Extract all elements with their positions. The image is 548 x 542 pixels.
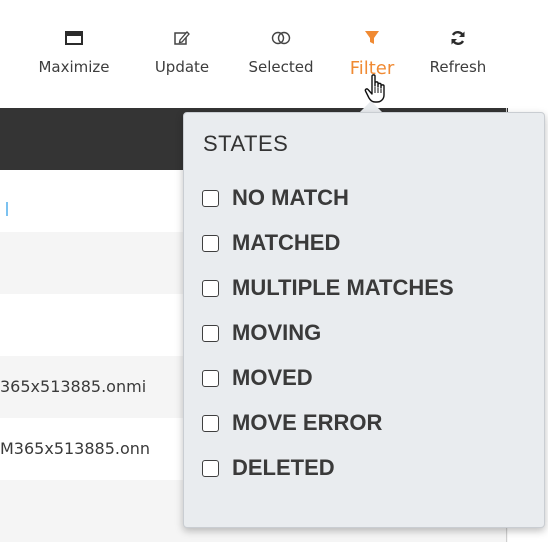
hand-cursor-icon <box>364 74 390 108</box>
maximize-button[interactable]: Maximize <box>28 30 120 94</box>
option-label: MULTIPLE MATCHES <box>232 275 454 300</box>
checkbox[interactable] <box>202 234 219 252</box>
filter-dropdown: STATES NO MATCH MATCHED MULTIPLE MATCHES… <box>183 112 545 528</box>
filter-option-moved[interactable]: MOVED <box>202 363 313 393</box>
filter-option-move-error[interactable]: MOVE ERROR <box>202 408 382 438</box>
filter-option-multiple-matches[interactable]: MULTIPLE MATCHES <box>202 273 454 303</box>
maximize-label: Maximize <box>38 58 110 76</box>
checkbox[interactable] <box>202 369 219 387</box>
update-label: Update <box>154 58 210 76</box>
window-maximize-icon <box>28 30 120 52</box>
checkbox[interactable] <box>202 324 219 342</box>
table-cell: M365x513885.onn <box>0 439 151 458</box>
checkbox[interactable] <box>202 414 219 432</box>
refresh-icon <box>418 30 498 52</box>
row-indicator <box>6 202 8 216</box>
option-label: NO MATCH <box>232 185 349 210</box>
selected-button[interactable]: Selected <box>238 30 324 94</box>
option-label: DELETED <box>232 455 335 480</box>
option-label: MATCHED <box>232 230 341 255</box>
selected-label: Selected <box>248 58 314 76</box>
checkbox[interactable] <box>202 189 219 207</box>
option-label: MOVED <box>232 365 313 390</box>
filter-option-deleted[interactable]: DELETED <box>202 453 335 483</box>
page: Maximize Update Selected Filter Refresh … <box>0 0 548 542</box>
toggle-icon <box>238 30 324 52</box>
table-cell: 365x513885.onmi <box>0 377 147 396</box>
refresh-label: Refresh <box>429 58 487 76</box>
checkbox[interactable] <box>202 459 219 477</box>
refresh-button[interactable]: Refresh <box>418 30 498 94</box>
update-button[interactable]: Update <box>144 30 220 94</box>
filter-option-no-match[interactable]: NO MATCH <box>202 183 349 213</box>
checkbox[interactable] <box>202 279 219 297</box>
filter-option-matched[interactable]: MATCHED <box>202 228 340 258</box>
funnel-icon <box>338 30 406 52</box>
dropdown-title: STATES <box>203 131 289 156</box>
option-label: MOVING <box>232 320 322 345</box>
toolbar: Maximize Update Selected Filter Refresh <box>0 0 548 108</box>
option-label: MOVE ERROR <box>232 410 383 435</box>
filter-option-moving[interactable]: MOVING <box>202 318 321 348</box>
edit-icon <box>144 30 220 52</box>
